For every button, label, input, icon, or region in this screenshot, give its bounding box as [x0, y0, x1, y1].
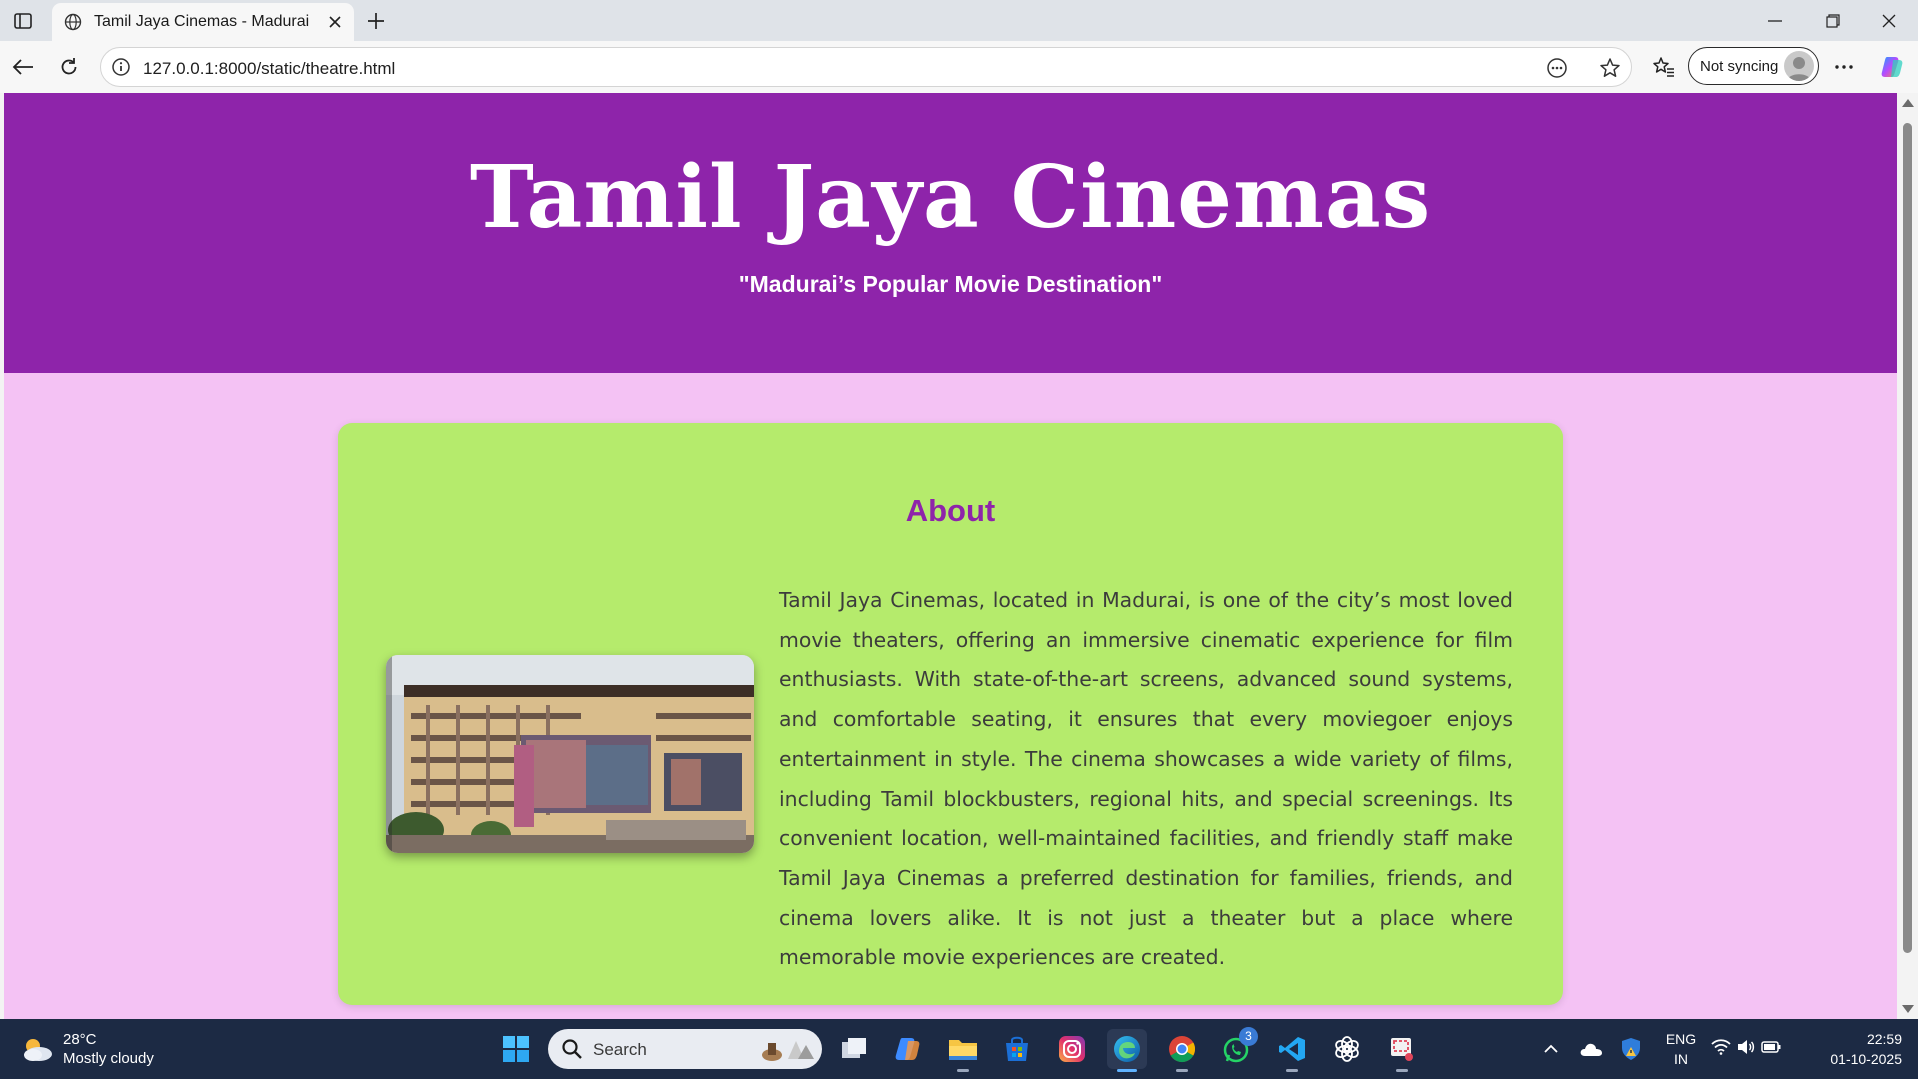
task-view-icon[interactable]	[834, 1029, 874, 1069]
favorites-icon[interactable]	[1648, 51, 1680, 83]
weather-description: Mostly cloudy	[63, 1050, 154, 1067]
page-viewport: Tamil Jaya Cinemas "Madurai’s Popular Mo…	[4, 93, 1897, 1019]
profile-avatar	[1784, 51, 1814, 81]
search-highlight-icon	[758, 1035, 816, 1068]
new-tab-button[interactable]	[362, 7, 390, 35]
about-heading: About	[905, 493, 996, 528]
taskbar-search[interactable]: Search	[548, 1029, 822, 1069]
search-icon	[561, 1038, 583, 1065]
refresh-icon[interactable]	[53, 51, 85, 83]
reader-mode-icon[interactable]	[1545, 56, 1569, 80]
browser-toolbar: 127.0.0.1:8000/static/theatre.html Not s…	[0, 41, 1918, 93]
language-code[interactable]: ENG	[1660, 1031, 1702, 1047]
about-paragraph: Tamil Jaya Cinemas, located in Madurai, …	[779, 588, 1513, 970]
scrollbar-thumb[interactable]	[1903, 123, 1912, 953]
address-bar[interactable]: 127.0.0.1:8000/static/theatre.html	[100, 47, 1632, 87]
volume-icon	[1737, 1039, 1755, 1060]
whatsapp-icon[interactable]: 3	[1217, 1027, 1258, 1069]
chatgpt-icon[interactable]	[1327, 1029, 1367, 1069]
snipping-tool-icon[interactable]	[1382, 1029, 1422, 1072]
running-indicator	[1286, 1069, 1298, 1072]
restore-icon[interactable]	[1810, 6, 1856, 36]
language-region[interactable]: IN	[1660, 1051, 1702, 1067]
onedrive-cloud-icon[interactable]	[1573, 1029, 1609, 1069]
favorite-star-icon[interactable]	[1598, 56, 1622, 80]
theatre-photo	[386, 655, 754, 853]
site-tagline: "Madurai’s Popular Movie Destination"	[738, 271, 1163, 297]
close-window-icon[interactable]	[1866, 6, 1912, 36]
globe-icon	[64, 13, 82, 31]
url-text[interactable]: 127.0.0.1:8000/static/theatre.html	[143, 59, 395, 79]
scroll-up-arrow-icon[interactable]	[1902, 99, 1914, 107]
wifi-icon	[1711, 1038, 1731, 1060]
quick-settings-button[interactable]	[1706, 1029, 1786, 1069]
running-indicator	[1396, 1069, 1408, 1072]
more-menu-icon[interactable]	[1828, 51, 1860, 83]
clock-date[interactable]: 01-10-2025	[1808, 1051, 1908, 1067]
hero-banner: Tamil Jaya Cinemas "Madurai’s Popular Mo…	[4, 93, 1897, 373]
running-indicator	[957, 1069, 969, 1072]
vertical-tabs-icon[interactable]	[10, 8, 36, 34]
chrome-icon[interactable]	[1162, 1029, 1202, 1072]
weather-temperature: 28°C	[63, 1031, 97, 1048]
tab-strip: Tamil Jaya Cinemas - Madurai	[0, 0, 1918, 41]
site-title: Tamil Jaya Cinemas	[469, 147, 1432, 248]
site-info-icon[interactable]	[111, 57, 131, 77]
running-indicator	[1176, 1069, 1188, 1072]
scroll-down-arrow-icon[interactable]	[1902, 1005, 1914, 1013]
notification-badge: 3	[1239, 1027, 1258, 1046]
chevron-up-icon[interactable]	[1533, 1029, 1569, 1069]
minimize-icon[interactable]	[1752, 6, 1798, 36]
security-shield-icon[interactable]	[1613, 1029, 1649, 1069]
copilot-app-icon[interactable]	[888, 1029, 928, 1069]
edge-browser-icon[interactable]	[1107, 1029, 1147, 1072]
clock-time[interactable]: 22:59	[1808, 1031, 1908, 1047]
about-section: About Tamil Jaya Cinemas, located in Mad…	[338, 423, 1563, 1005]
battery-icon	[1761, 1040, 1781, 1058]
profile-sync-button[interactable]: Not syncing	[1688, 47, 1819, 85]
close-tab-icon[interactable]	[324, 11, 346, 33]
search-label: Search	[593, 1040, 647, 1059]
cloud-sun-icon	[20, 1035, 54, 1063]
copilot-icon[interactable]	[1876, 51, 1908, 83]
back-arrow-icon[interactable]	[7, 51, 39, 83]
active-tab[interactable]: Tamil Jaya Cinemas - Madurai	[52, 3, 354, 41]
page-scrollbar[interactable]	[1897, 93, 1918, 1019]
microsoft-store-icon[interactable]	[997, 1029, 1037, 1069]
sync-label: Not syncing	[1700, 58, 1779, 75]
active-indicator	[1117, 1069, 1137, 1072]
weather-widget[interactable]: 28°C Mostly cloudy	[16, 1029, 166, 1071]
instagram-icon[interactable]	[1052, 1029, 1092, 1069]
windows-taskbar: 28°C Mostly cloudy Search 3 ENG IN 22:59…	[0, 1019, 1918, 1079]
file-explorer-icon[interactable]	[943, 1029, 983, 1072]
tab-title: Tamil Jaya Cinemas - Madurai	[94, 13, 310, 30]
vscode-icon[interactable]	[1272, 1029, 1312, 1072]
windows-start-icon[interactable]	[496, 1029, 536, 1069]
